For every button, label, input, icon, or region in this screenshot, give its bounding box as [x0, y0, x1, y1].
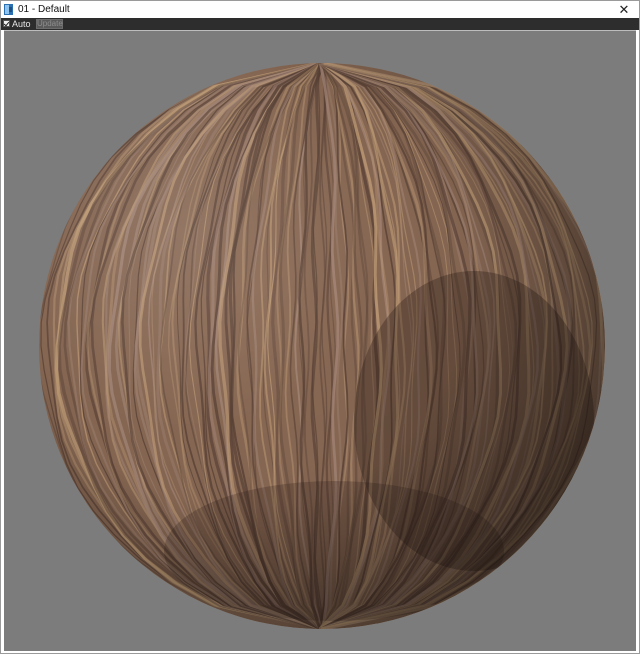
update-button[interactable]: Update [36, 19, 63, 29]
material-sphere-preview [39, 63, 605, 629]
material-editor-icon [4, 4, 13, 15]
window-title: 01 - Default [18, 4, 70, 15]
auto-checkbox[interactable] [3, 20, 10, 27]
auto-label: Auto [12, 19, 31, 29]
toolbar: Auto Update [1, 18, 639, 30]
material-preview-viewport[interactable] [4, 30, 636, 651]
material-preview-window: 01 - Default ✕ Auto Update [0, 0, 640, 654]
close-icon[interactable]: ✕ [613, 1, 635, 18]
title-bar[interactable]: 01 - Default ✕ [1, 1, 639, 18]
